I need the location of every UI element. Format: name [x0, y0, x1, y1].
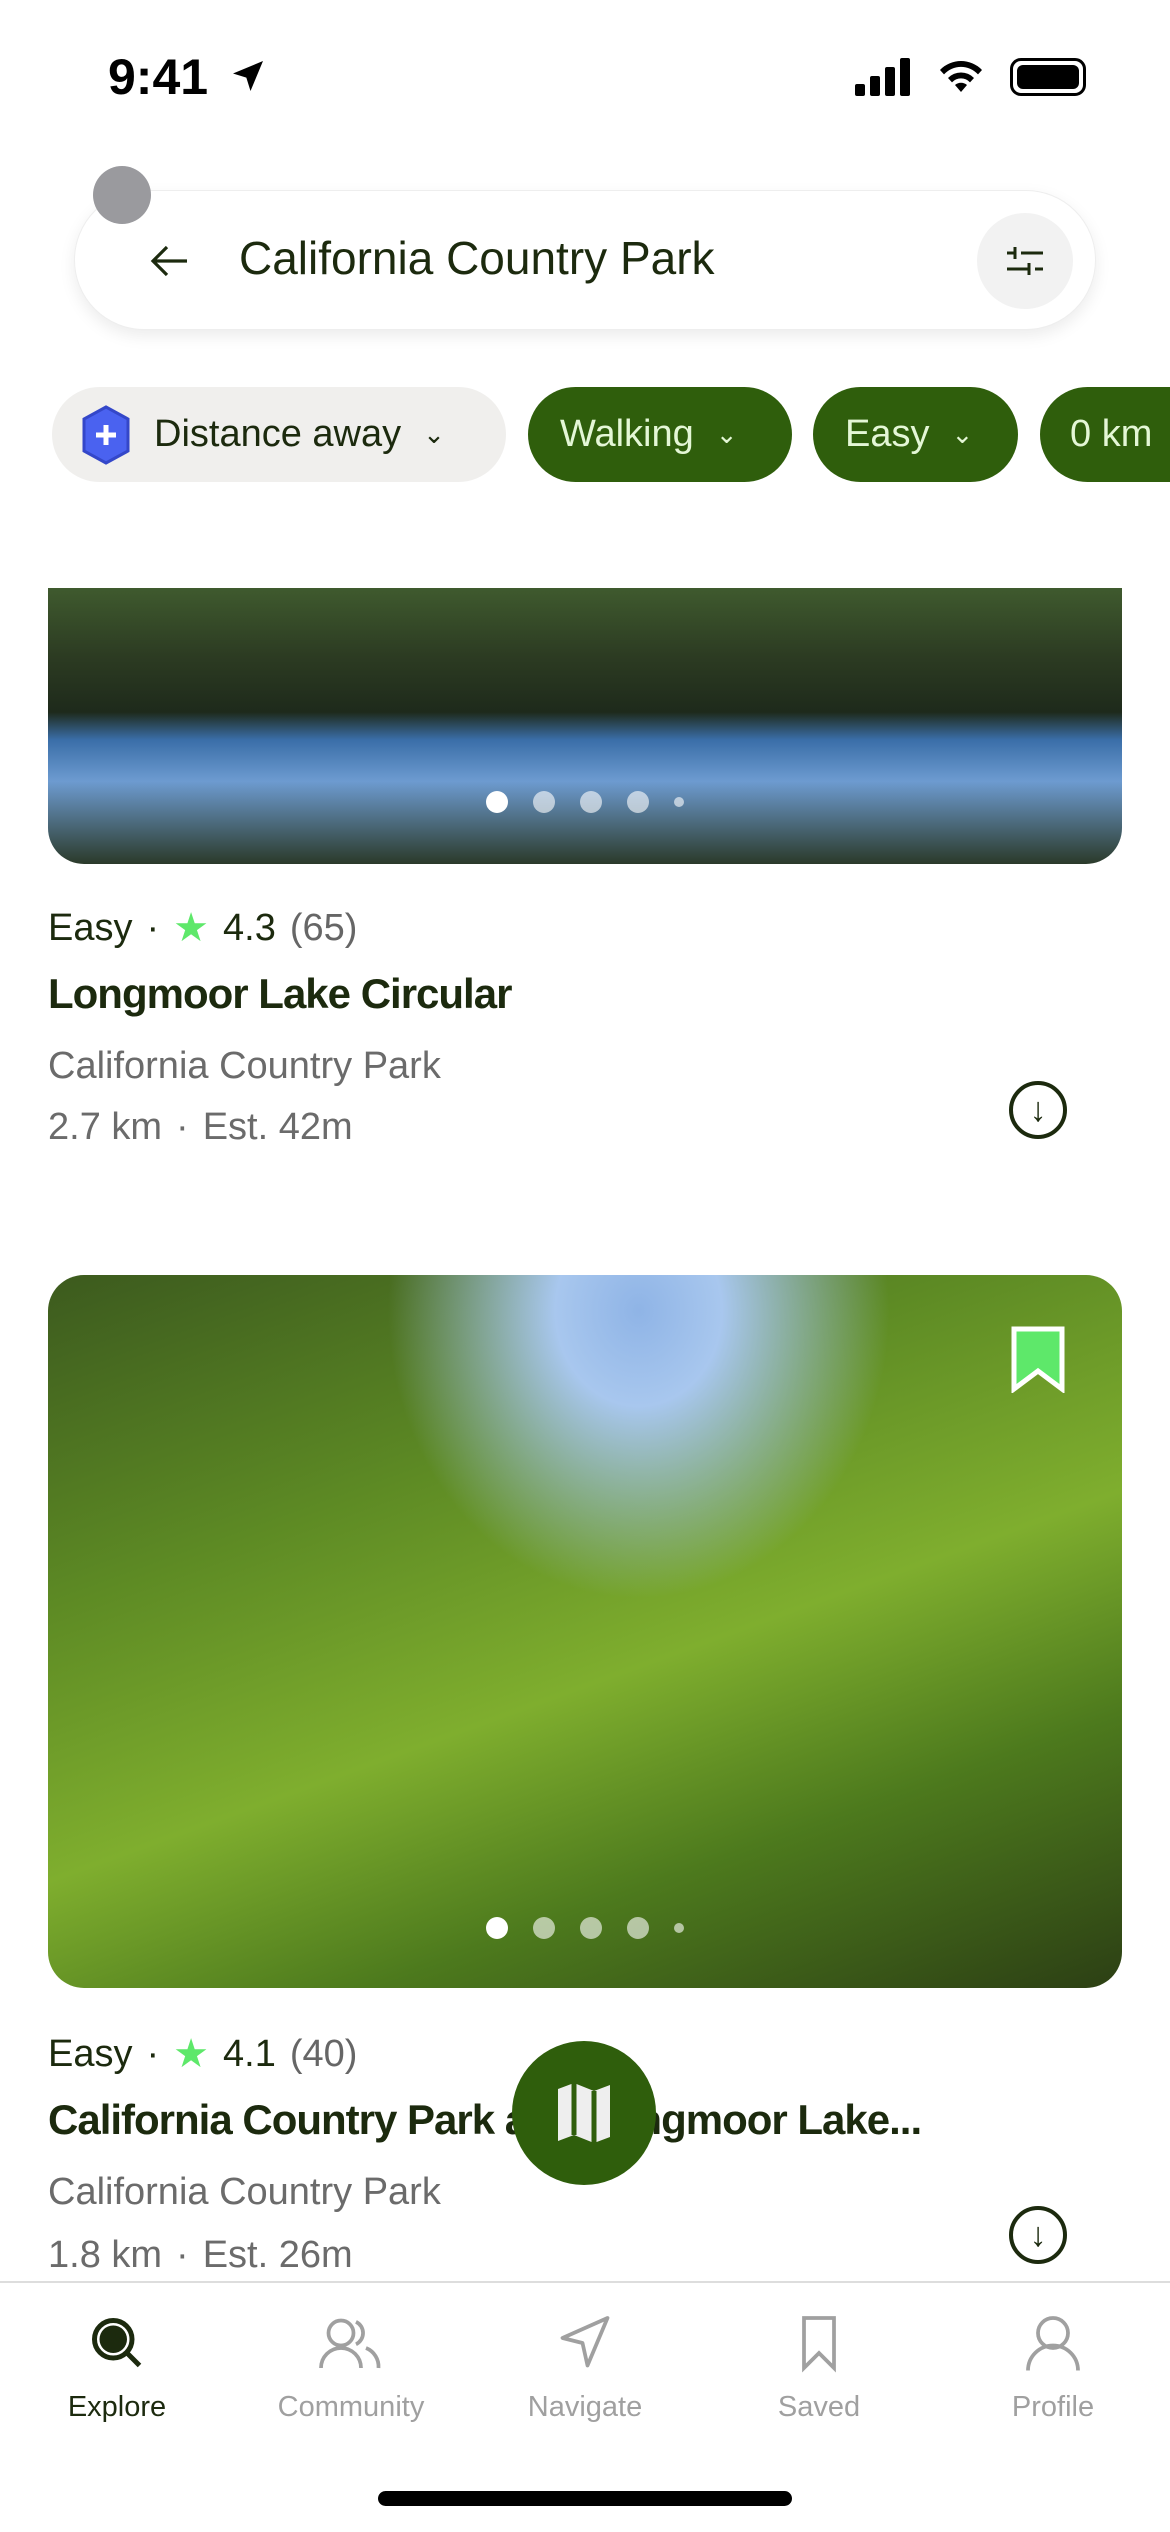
- download-icon: ↓: [1029, 2215, 1047, 2254]
- filter-chip-distance[interactable]: Distance away ⌄: [52, 387, 506, 482]
- trail-stats: 2.7 km · Est. 42m: [48, 1106, 353, 1149]
- star-icon: ★: [173, 906, 209, 950]
- trail-photo[interactable]: [48, 588, 1122, 864]
- separator: ·: [176, 1106, 189, 1148]
- rating: 4.1: [223, 2032, 276, 2075]
- tab-label: Explore: [67, 2391, 167, 2423]
- review-count: (65): [289, 906, 358, 949]
- tab-label: Navigate: [527, 2391, 643, 2423]
- filter-chip-length[interactable]: 0 km: [1040, 387, 1170, 482]
- tab-label: Saved: [777, 2391, 861, 2423]
- battery-icon: [1010, 58, 1086, 96]
- signal-icon: [855, 58, 910, 96]
- chevron-down-icon: ⌄: [423, 419, 445, 449]
- rating: 4.3: [223, 906, 276, 949]
- chip-label: Easy: [845, 413, 930, 455]
- tab-profile[interactable]: Profile: [936, 2313, 1170, 2424]
- trail-meta: Easy · ★ 4.1 (40): [48, 2031, 357, 2077]
- navigate-icon: [560, 2316, 610, 2368]
- map-icon: [558, 2083, 610, 2143]
- trail-title[interactable]: California Country Park and Longmoor Lak…: [48, 2096, 922, 2144]
- status-time: 9:41: [108, 49, 209, 105]
- home-indicator[interactable]: [378, 2491, 792, 2506]
- trail-title[interactable]: Longmoor Lake Circular: [48, 970, 512, 1018]
- profile-icon: [1026, 2316, 1080, 2371]
- separator: ·: [176, 2234, 189, 2276]
- download-button[interactable]: ↓: [1009, 2206, 1067, 2264]
- hexagon-plus-icon: [82, 404, 130, 465]
- separator: ·: [146, 906, 160, 949]
- filter-chip-walking[interactable]: Walking ⌄: [528, 387, 792, 482]
- tab-label: Community: [277, 2391, 425, 2423]
- distance: 2.7 km: [48, 1106, 163, 1148]
- filter-chip-easy[interactable]: Easy ⌄: [813, 387, 1018, 482]
- chip-label: Distance away: [154, 413, 402, 455]
- download-button[interactable]: ↓: [1009, 1081, 1067, 1139]
- difficulty: Easy: [48, 2032, 133, 2075]
- bookmark-icon[interactable]: [1010, 1325, 1066, 1393]
- tab-label: Profile: [1011, 2391, 1095, 2423]
- tab-navigate[interactable]: Navigate: [468, 2313, 702, 2424]
- bookmark-icon: [802, 2316, 836, 2373]
- back-arrow-icon[interactable]: [147, 237, 195, 285]
- park-name: California Country Park: [48, 1045, 441, 1087]
- community-icon: [319, 2318, 381, 2369]
- chip-label: 0 km: [1070, 413, 1153, 455]
- wifi-icon: [940, 61, 982, 92]
- sliders-icon: [1007, 247, 1043, 275]
- search-icon: [92, 2318, 142, 2368]
- star-icon: ★: [173, 2032, 209, 2076]
- touch-indicator: [93, 166, 151, 224]
- filter-settings-button[interactable]: [977, 213, 1073, 309]
- distance: 1.8 km: [48, 2234, 163, 2276]
- tab-explore[interactable]: Explore: [0, 2313, 234, 2424]
- trail-meta: Easy · ★ 4.3 (65): [48, 905, 357, 951]
- location-arrow-icon: [233, 61, 263, 91]
- separator: ·: [146, 2032, 160, 2075]
- search-bar[interactable]: California Country Park: [74, 190, 1096, 330]
- trail-photo[interactable]: [48, 1275, 1122, 1988]
- est-time: Est. 26m: [202, 2234, 353, 2276]
- chevron-down-icon: ⌄: [951, 419, 974, 449]
- review-count: (40): [289, 2032, 358, 2075]
- search-input[interactable]: California Country Park: [239, 231, 715, 285]
- carousel-dots: [48, 1917, 1122, 1939]
- tab-community[interactable]: Community: [234, 2313, 468, 2424]
- difficulty: Easy: [48, 906, 133, 949]
- chip-label: Walking: [560, 413, 694, 455]
- download-icon: ↓: [1029, 1090, 1047, 1129]
- park-name: California Country Park: [48, 2171, 441, 2213]
- trail-stats: 1.8 km · Est. 26m: [48, 2234, 353, 2277]
- map-view-button[interactable]: [512, 2041, 656, 2185]
- est-time: Est. 42m: [202, 1106, 353, 1148]
- carousel-dots: [48, 791, 1122, 813]
- chevron-down-icon: ⌄: [715, 419, 738, 449]
- tab-saved[interactable]: Saved: [702, 2313, 936, 2424]
